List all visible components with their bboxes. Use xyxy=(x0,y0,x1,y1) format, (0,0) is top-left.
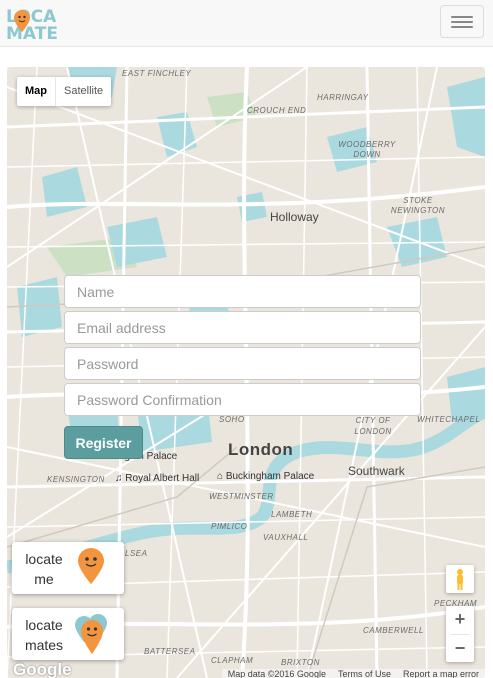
street-view-pegman[interactable] xyxy=(446,565,474,593)
hamburger-icon xyxy=(451,26,473,28)
zoom-in-button[interactable]: + xyxy=(446,606,474,634)
email-input[interactable] xyxy=(64,311,421,344)
map-label: KENSINGTON xyxy=(47,475,105,484)
map-label: WOODBERRY DOWN xyxy=(338,140,396,159)
map-type-map-button[interactable]: Map xyxy=(17,77,56,106)
name-input[interactable] xyxy=(64,275,421,308)
map-label: CLAPHAM xyxy=(211,656,254,665)
palace-icon: ⌂ xyxy=(217,471,226,482)
map-type-control: Map Satellite xyxy=(17,77,112,106)
map-label: CAMBERWELL xyxy=(363,626,424,635)
report-map-error-link[interactable]: Report a map error xyxy=(397,669,485,678)
hamburger-icon xyxy=(451,21,473,23)
map-footer: Map data ©2016 Google Terms of Use Repor… xyxy=(221,669,485,678)
locate-mates-label: locate mates xyxy=(24,617,64,653)
registration-form: Register xyxy=(64,275,421,459)
map[interactable]: EAST FINCHLEY HARRINGAY CROUCH END WOODB… xyxy=(7,67,485,678)
map-label: LAMBETH xyxy=(271,510,313,519)
map-label: HARRINGAY xyxy=(317,93,369,102)
map-label: Holloway xyxy=(270,210,319,224)
map-data-attribution: Map data ©2016 Google xyxy=(227,669,326,678)
map-type-satellite-button[interactable]: Satellite xyxy=(56,77,111,106)
password-input[interactable] xyxy=(64,347,421,380)
locate-mates-button[interactable]: locate mates xyxy=(12,608,124,660)
map-label: STOKE NEWINGTON xyxy=(390,196,446,215)
google-logo[interactable]: Google xyxy=(13,660,72,678)
map-label: BATTERSEA xyxy=(144,647,196,656)
map-label: EAST FINCHLEY xyxy=(122,69,192,78)
map-pin-icon xyxy=(14,10,30,32)
map-label: Southwark xyxy=(348,464,405,478)
logo[interactable]: LOCA MATE xyxy=(6,8,64,44)
poi-buckingham-palace[interactable]: ⌂ Buckingham Palace xyxy=(217,471,314,482)
map-label: WESTMINSTER xyxy=(209,492,274,501)
zoom-control: + − xyxy=(446,606,474,662)
menu-toggle-button[interactable] xyxy=(440,5,484,38)
hamburger-icon xyxy=(451,16,473,18)
pegman-icon xyxy=(457,569,463,590)
music-note-icon: ♫ xyxy=(115,473,126,484)
navbar: LOCA MATE xyxy=(0,0,493,47)
zoom-out-button[interactable]: − xyxy=(446,635,474,663)
group-pins-icon xyxy=(75,614,107,654)
terms-of-use-link[interactable]: Terms of Use xyxy=(332,669,397,678)
map-label: BRIXTON xyxy=(281,658,320,667)
locate-me-label: locate me xyxy=(25,551,63,587)
password-confirmation-input[interactable] xyxy=(64,383,421,416)
register-button[interactable]: Register xyxy=(64,426,143,459)
locate-me-button[interactable]: locate me xyxy=(12,542,124,594)
map-label: VAUXHALL xyxy=(263,533,309,542)
poi-royal-albert-hall[interactable]: ♫ Royal Albert Hall xyxy=(115,473,199,484)
map-label: LSEA xyxy=(125,549,148,558)
map-label: CROUCH END xyxy=(247,106,307,115)
map-label: PIMLICO xyxy=(211,522,248,531)
map-pin-icon xyxy=(78,548,104,584)
map-label: WHITECHAPEL xyxy=(417,415,481,424)
